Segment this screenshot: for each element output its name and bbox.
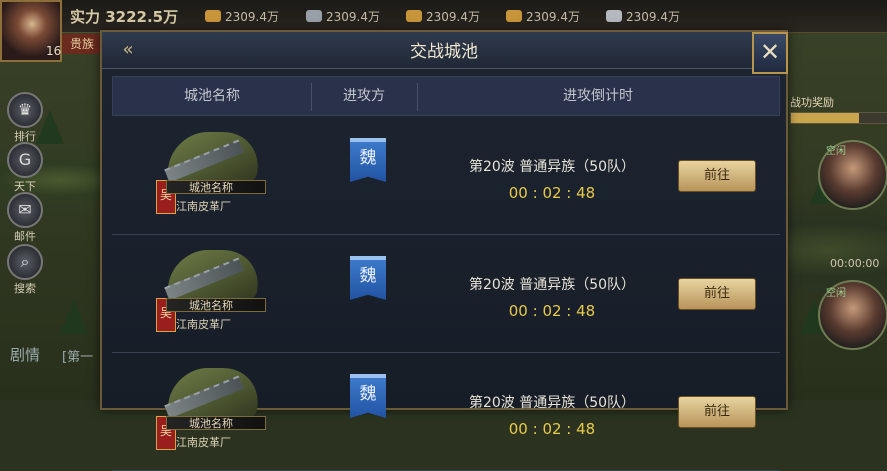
city-name-label: 城池名称 <box>166 298 266 312</box>
battle-cities-dialog: « 交战城池 ✕ 城池名称 进攻方 进攻倒计时 吴 城池名称 江南皮革厂 魏 第… <box>100 30 788 471</box>
map-tree <box>60 300 88 334</box>
wood-icon <box>406 10 422 22</box>
attacker-flag-icon: 魏 <box>350 138 386 182</box>
menu-ranking[interactable]: ♛ 排行 <box>2 92 48 144</box>
column-countdown: 进攻倒计时 <box>563 88 633 104</box>
search-icon: ⌕ <box>7 244 43 280</box>
wave-info: 第20波 普通异族（50队） <box>468 395 636 411</box>
resource-weapon: 2309.4万 <box>506 8 580 25</box>
city-name-label: 城池名称 <box>166 180 266 194</box>
menu-world[interactable]: G 天下 <box>2 142 48 194</box>
dialog-header: « 交战城池 ✕ <box>102 32 788 74</box>
city-subtitle: 江南皮革厂 <box>176 200 231 213</box>
dialog-title: 交战城池 <box>410 42 478 62</box>
story-label[interactable]: 剧情 <box>10 344 40 365</box>
countdown-timer: 00 : 02 : 48 <box>508 184 596 202</box>
right-timer: 00:00:00 <box>830 257 880 270</box>
column-city-name: 城池名称 <box>184 88 240 104</box>
table-row: 吴 城池名称 江南皮革厂 魏 第20波 普通异族（50队） 00 : 02 : … <box>112 236 780 353</box>
idle-tag: 空闲 <box>826 146 846 157</box>
close-icon: ✕ <box>759 38 781 66</box>
story-chapter[interactable]: [第一 <box>62 346 93 365</box>
resource-food: 2309.4万 <box>205 8 279 25</box>
world-icon: G <box>7 142 43 178</box>
weapon-icon <box>506 10 522 22</box>
table-row: 吴 城池名称 江南皮革厂 魏 第20波 普通异族（50队） 00 : 02 : … <box>112 118 780 235</box>
trophy-icon: ♛ <box>7 92 43 128</box>
iron-icon <box>606 10 622 22</box>
close-button[interactable]: ✕ <box>752 32 788 74</box>
menu-search[interactable]: ⌕ 搜索 <box>2 244 48 296</box>
resource-wood: 2309.4万 <box>406 8 480 25</box>
reward-progress-bar <box>790 112 887 124</box>
menu-mail[interactable]: ✉ 邮件 <box>2 192 48 244</box>
wave-info: 第20波 普通异族（50队） <box>468 277 636 293</box>
column-attacker: 进攻方 <box>343 88 385 104</box>
nobility-badge[interactable]: 贵族 <box>62 34 102 54</box>
go-button[interactable]: 前往 <box>678 160 756 192</box>
go-button[interactable]: 前往 <box>678 396 756 428</box>
food-icon <box>205 10 221 22</box>
resource-silver: 2309.4万 <box>306 8 380 25</box>
mail-icon: ✉ <box>7 192 43 228</box>
city-subtitle: 江南皮革厂 <box>176 436 231 449</box>
countdown-timer: 00 : 02 : 48 <box>508 302 596 320</box>
silver-icon <box>306 10 322 22</box>
attacker-flag-icon: 魏 <box>350 256 386 300</box>
wave-info: 第20波 普通异族（50队） <box>468 159 636 175</box>
table-header: 城池名称 进攻方 进攻倒计时 <box>112 76 780 116</box>
table-row: 吴 城池名称 江南皮革厂 魏 第20波 普通异族（50队） 00 : 02 : … <box>112 354 780 471</box>
player-power: 实力 3222.5万 <box>70 8 179 26</box>
city-name-label: 城池名称 <box>166 416 266 430</box>
city-subtitle: 江南皮革厂 <box>176 318 231 331</box>
player-level: 16 <box>46 44 62 58</box>
go-button[interactable]: 前往 <box>678 278 756 310</box>
idle-tag: 空闲 <box>826 288 846 299</box>
countdown-timer: 00 : 02 : 48 <box>508 420 596 438</box>
resource-iron: 2309.4万 <box>606 8 680 25</box>
reward-title[interactable]: 战功奖励 <box>790 94 834 110</box>
attacker-flag-icon: 魏 <box>350 374 386 418</box>
